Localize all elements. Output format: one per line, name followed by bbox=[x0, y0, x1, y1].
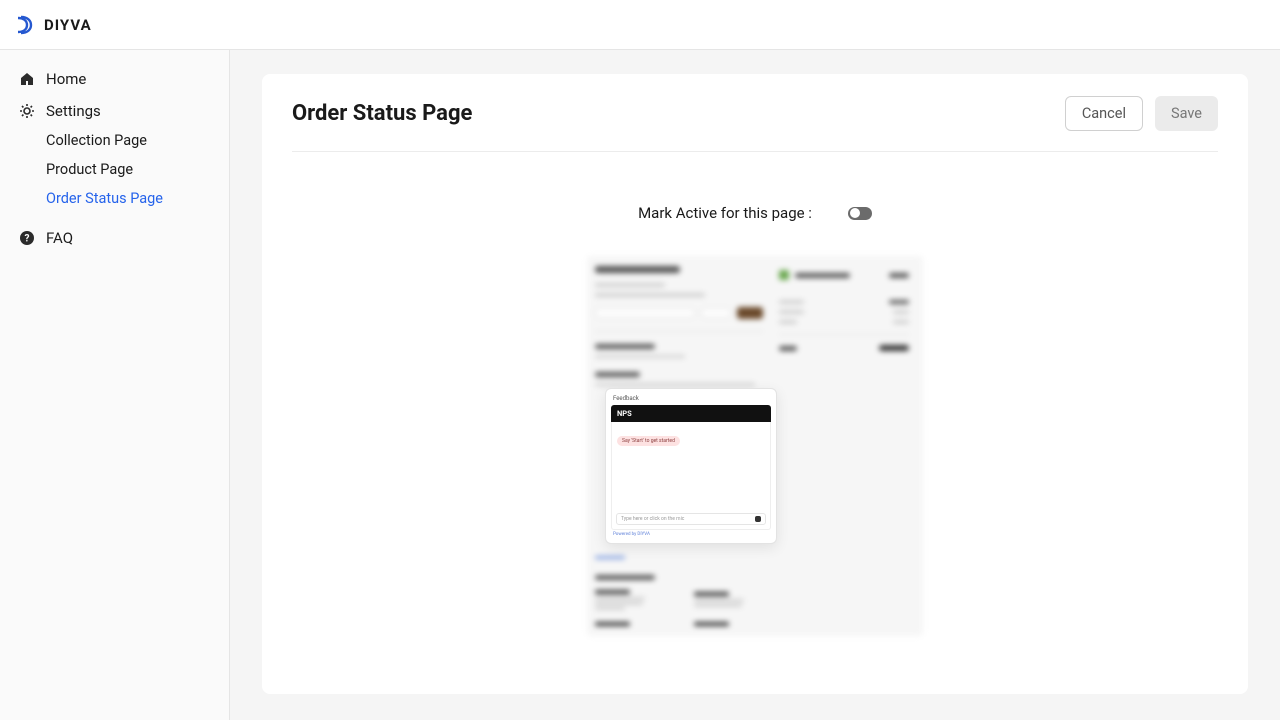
home-icon bbox=[18, 70, 36, 88]
card-header: Order Status Page Cancel Save bbox=[292, 96, 1218, 152]
nav-collection-label: Collection Page bbox=[46, 132, 147, 149]
feedback-body: Say 'Start' to get started Type here or … bbox=[611, 422, 771, 530]
main-content: Order Status Page Cancel Save Mark Activ… bbox=[230, 50, 1280, 720]
settings-card: Order Status Page Cancel Save Mark Activ… bbox=[262, 74, 1248, 694]
action-buttons: Cancel Save bbox=[1065, 96, 1218, 131]
nav-settings-label: Settings bbox=[46, 102, 101, 120]
nav-home[interactable]: Home bbox=[10, 64, 219, 94]
page-preview: Feedback NPS Say 'Start' to get started … bbox=[587, 256, 923, 636]
preview-container: Feedback NPS Say 'Start' to get started … bbox=[292, 256, 1218, 636]
nav-faq[interactable]: ? FAQ bbox=[10, 223, 219, 253]
sidebar: Home Settings Collection Page Product Pa… bbox=[0, 50, 230, 720]
nav-faq-label: FAQ bbox=[46, 229, 73, 247]
save-button[interactable]: Save bbox=[1155, 96, 1218, 131]
toggle-label: Mark Active for this page : bbox=[638, 204, 812, 222]
nav-order-status-label: Order Status Page bbox=[46, 190, 163, 207]
nav-settings[interactable]: Settings bbox=[10, 96, 219, 126]
svg-text:?: ? bbox=[25, 234, 30, 245]
feedback-widget-preview: Feedback NPS Say 'Start' to get started … bbox=[605, 388, 777, 544]
help-icon: ? bbox=[18, 229, 36, 247]
active-toggle-row: Mark Active for this page : bbox=[292, 204, 1218, 222]
brand-name: DIYVA bbox=[44, 16, 92, 34]
active-toggle[interactable] bbox=[848, 207, 872, 220]
nav-product-label: Product Page bbox=[46, 161, 133, 178]
mic-icon bbox=[755, 516, 761, 522]
gear-icon bbox=[18, 102, 36, 120]
feedback-input: Type here or click on the mic bbox=[616, 513, 766, 525]
page-title: Order Status Page bbox=[292, 101, 472, 126]
logo-icon bbox=[16, 15, 36, 35]
nav-product-page[interactable]: Product Page bbox=[10, 155, 219, 184]
feedback-input-placeholder: Type here or click on the mic bbox=[621, 516, 684, 522]
nav-home-label: Home bbox=[46, 70, 86, 88]
nav-order-status-page[interactable]: Order Status Page bbox=[10, 184, 219, 213]
cancel-button[interactable]: Cancel bbox=[1065, 96, 1143, 131]
feedback-label: Feedback bbox=[611, 394, 771, 405]
brand-logo: DIYVA bbox=[16, 15, 92, 35]
feedback-header: NPS bbox=[611, 405, 771, 422]
app-header: DIYVA bbox=[0, 0, 1280, 50]
feedback-start-chip: Say 'Start' to get started bbox=[617, 436, 680, 446]
feedback-powered-by: Powered by DIYVA bbox=[611, 530, 771, 537]
nav-collection-page[interactable]: Collection Page bbox=[10, 126, 219, 155]
